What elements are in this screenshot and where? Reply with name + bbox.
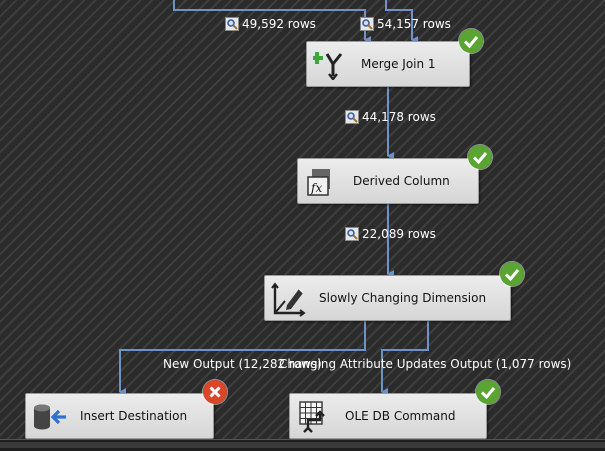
- data-viewer-magnifier-icon[interactable]: [345, 110, 359, 124]
- changing-attribute-output-label[interactable]: Changing Attribute Updates Output (1,077…: [279, 357, 571, 371]
- data-flow-connectors: [119, 0, 429, 396]
- svg-text:fx: fx: [310, 181, 322, 195]
- slowly-changing-dimension-label: Slowly Changing Dimension: [319, 291, 487, 305]
- scrollbar-track[interactable]: [0, 442, 605, 448]
- merge-join-node[interactable]: Merge Join 1: [306, 41, 470, 87]
- merge-join-label: Merge Join 1: [361, 57, 436, 71]
- data-viewer-magnifier-icon[interactable]: [345, 227, 359, 241]
- row-count: 49,592 rows: [242, 17, 316, 31]
- ole-db-command-icon: [298, 400, 330, 437]
- data-viewer-magnifier-icon[interactable]: [225, 17, 239, 31]
- insert-destination-label: Insert Destination: [80, 409, 188, 423]
- derived-column-node[interactable]: fx Derived Column: [297, 158, 479, 204]
- merge-join-icon: [311, 48, 347, 83]
- derived-column-icon: fx: [306, 167, 336, 200]
- ole-db-command-node[interactable]: OLE DB Command: [289, 393, 487, 439]
- success-check-icon: [500, 262, 524, 286]
- path-label-right[interactable]: 54,157 rows: [360, 17, 451, 31]
- success-check-icon: [476, 380, 500, 404]
- data-viewer-magnifier-icon[interactable]: [360, 17, 374, 31]
- error-x-icon: [203, 380, 227, 404]
- row-count: 22,089 rows: [362, 227, 436, 241]
- ole-db-command-label: OLE DB Command: [345, 409, 456, 423]
- path-label-left[interactable]: 49,592 rows: [225, 17, 316, 31]
- success-check-icon: [468, 145, 492, 169]
- derived-column-label: Derived Column: [353, 174, 450, 188]
- destination-icon: [32, 402, 68, 435]
- slowly-changing-dimension-node[interactable]: Slowly Changing Dimension: [264, 275, 511, 321]
- horizontal-scrollbar[interactable]: [0, 439, 605, 451]
- success-check-icon: [459, 29, 483, 53]
- data-flow-canvas[interactable]: 49,592 rows 54,157 rows 44,178 rows 22,0…: [0, 0, 605, 451]
- row-count: 44,178 rows: [362, 110, 436, 124]
- insert-destination-node[interactable]: Insert Destination: [25, 393, 214, 439]
- path-label-merge-derived[interactable]: 44,178 rows: [345, 110, 436, 124]
- slowly-changing-dimension-icon: [271, 281, 307, 320]
- row-count: 54,157 rows: [377, 17, 451, 31]
- path-label-derived-scd[interactable]: 22,089 rows: [345, 227, 436, 241]
